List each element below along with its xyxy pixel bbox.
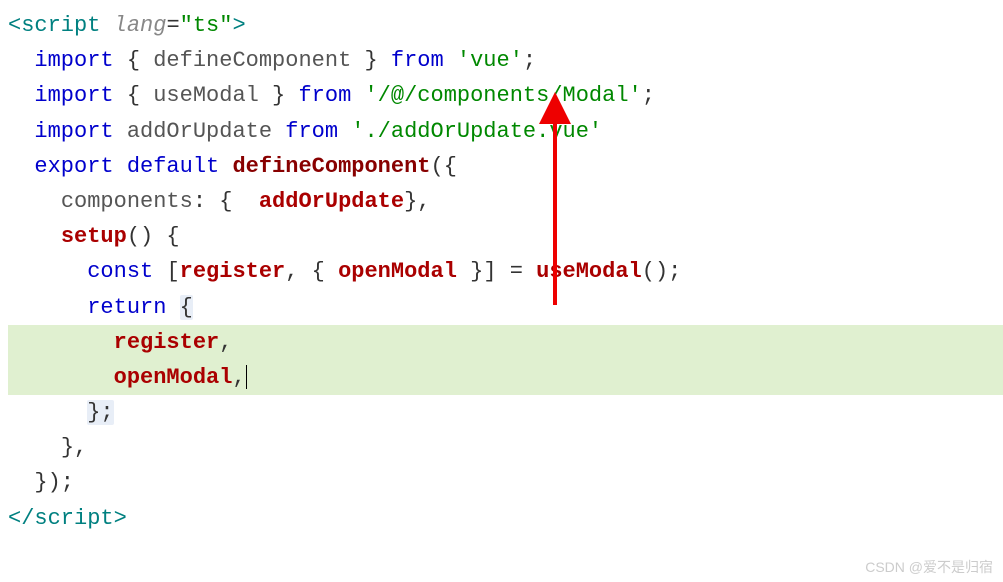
- text-cursor: [246, 365, 247, 389]
- indent: [8, 189, 61, 214]
- watermark: CSDN @爱不是归宿: [865, 556, 993, 578]
- code-line: return {: [8, 290, 1003, 325]
- identifier: register: [114, 330, 220, 355]
- matched-brace: {: [180, 295, 193, 320]
- code-line: },: [8, 430, 1003, 465]
- brace-comma: },: [61, 435, 87, 460]
- identifier: register: [180, 259, 286, 284]
- indent: [8, 400, 87, 425]
- matched-brace: };: [87, 400, 113, 425]
- identifier: defineComponent: [153, 48, 351, 73]
- identifier: useModal: [153, 83, 259, 108]
- keyword: const: [87, 259, 166, 284]
- keyword: import: [34, 83, 126, 108]
- code-line: const [register, { openModal }] = useMod…: [8, 254, 1003, 289]
- code-line: });: [8, 465, 1003, 500]
- code-line-highlighted: openModal,: [8, 360, 1003, 395]
- function-call: defineComponent: [232, 154, 430, 179]
- semicolon: ;: [668, 259, 681, 284]
- brace: }: [259, 83, 285, 108]
- indent: [8, 365, 114, 390]
- identifier: addOrUpdate: [259, 189, 404, 214]
- close-curly: }: [34, 470, 47, 495]
- keyword: import: [34, 119, 126, 144]
- string: './addOrUpdate.vue': [351, 119, 602, 144]
- code-line: <script lang="ts">: [8, 8, 1003, 43]
- indent: [8, 224, 61, 249]
- string: '/@/components/Modal': [364, 83, 641, 108]
- property: components: [61, 189, 193, 214]
- tag-name: script: [34, 506, 113, 531]
- brace: {: [127, 48, 153, 73]
- indent: [8, 470, 34, 495]
- code-line: setup() {: [8, 219, 1003, 254]
- keyword: export: [34, 154, 126, 179]
- indent: [8, 119, 34, 144]
- indent: [8, 48, 34, 73]
- code-line-highlighted: register,: [8, 325, 1003, 360]
- bracket: [: [166, 259, 179, 284]
- tag-bracket: >: [114, 506, 127, 531]
- string: "ts": [180, 13, 233, 38]
- keyword: default: [127, 154, 233, 179]
- identifier: addOrUpdate: [127, 119, 272, 144]
- method-name: setup: [61, 224, 127, 249]
- tag-bracket: </: [8, 506, 34, 531]
- tag-bracket: <: [8, 13, 21, 38]
- function-call: useModal: [536, 259, 642, 284]
- semicolon: ;: [523, 48, 536, 73]
- keyword: from: [285, 83, 364, 108]
- code-line: import addOrUpdate from './addOrUpdate.v…: [8, 114, 1003, 149]
- keyword: return: [87, 295, 179, 320]
- brace-comma: },: [404, 189, 430, 214]
- comma: ,: [219, 330, 232, 355]
- comma: ,: [232, 365, 245, 390]
- brace: }: [351, 48, 377, 73]
- string: 'vue': [457, 48, 523, 73]
- brace: {: [127, 83, 153, 108]
- tag-bracket: >: [232, 13, 245, 38]
- indent: [8, 259, 87, 284]
- code-line: };: [8, 395, 1003, 430]
- brace: {: [312, 259, 338, 284]
- code-line: import { defineComponent } from 'vue';: [8, 43, 1003, 78]
- code-line: </script>: [8, 501, 1003, 536]
- colon: :: [193, 189, 219, 214]
- assign: =: [497, 259, 537, 284]
- close-paren-semi: );: [48, 470, 74, 495]
- equals: =: [166, 13, 179, 38]
- brace: {: [153, 224, 179, 249]
- brace: {: [219, 189, 259, 214]
- comma: ,: [285, 259, 311, 284]
- indent: [8, 435, 61, 460]
- parens: (): [642, 259, 668, 284]
- indent: [8, 295, 87, 320]
- identifier: openModal: [338, 259, 457, 284]
- brace: }: [457, 259, 483, 284]
- parens: (): [127, 224, 153, 249]
- bracket: ]: [483, 259, 496, 284]
- code-line: import { useModal } from '/@/components/…: [8, 78, 1003, 113]
- identifier: openModal: [114, 365, 233, 390]
- code-line: components: { addOrUpdate},: [8, 184, 1003, 219]
- keyword: import: [34, 48, 126, 73]
- keyword: from: [272, 119, 351, 144]
- attr-name: lang: [100, 13, 166, 38]
- indent: [8, 154, 34, 179]
- code-editor: <script lang="ts"> import { defineCompon…: [0, 0, 1003, 536]
- tag-name: script: [21, 13, 100, 38]
- code-line: export default defineComponent({: [8, 149, 1003, 184]
- keyword: from: [378, 48, 457, 73]
- brace: {: [444, 154, 457, 179]
- paren: (: [431, 154, 444, 179]
- indent: [8, 83, 34, 108]
- indent: [8, 330, 114, 355]
- semicolon: ;: [642, 83, 655, 108]
